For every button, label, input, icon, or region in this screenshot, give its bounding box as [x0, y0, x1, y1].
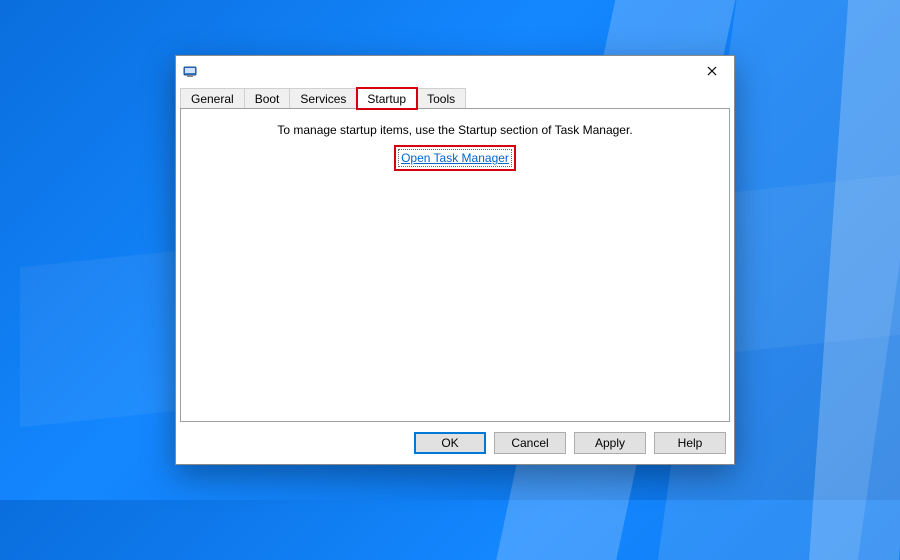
open-task-manager-wrap: Open Task Manager — [181, 151, 729, 165]
msconfig-dialog: General Boot Services Startup Tools To m… — [175, 55, 735, 465]
tab-services[interactable]: Services — [290, 88, 357, 109]
tab-tools[interactable]: Tools — [417, 88, 466, 109]
close-button[interactable] — [692, 57, 732, 85]
apply-button[interactable]: Apply — [574, 432, 646, 454]
startup-panel: To manage startup items, use the Startup… — [180, 108, 730, 422]
titlebar — [176, 56, 734, 86]
msconfig-icon — [182, 63, 198, 79]
tab-startup[interactable]: Startup — [357, 88, 417, 109]
tab-boot[interactable]: Boot — [245, 88, 291, 109]
open-task-manager-link[interactable]: Open Task Manager — [398, 149, 512, 167]
ok-button[interactable]: OK — [414, 432, 486, 454]
tab-general[interactable]: General — [180, 88, 245, 109]
dialog-button-row: OK Cancel Apply Help — [176, 426, 734, 462]
cancel-button[interactable]: Cancel — [494, 432, 566, 454]
help-button[interactable]: Help — [654, 432, 726, 454]
tab-strip: General Boot Services Startup Tools — [176, 86, 734, 108]
startup-instruction: To manage startup items, use the Startup… — [181, 123, 729, 137]
